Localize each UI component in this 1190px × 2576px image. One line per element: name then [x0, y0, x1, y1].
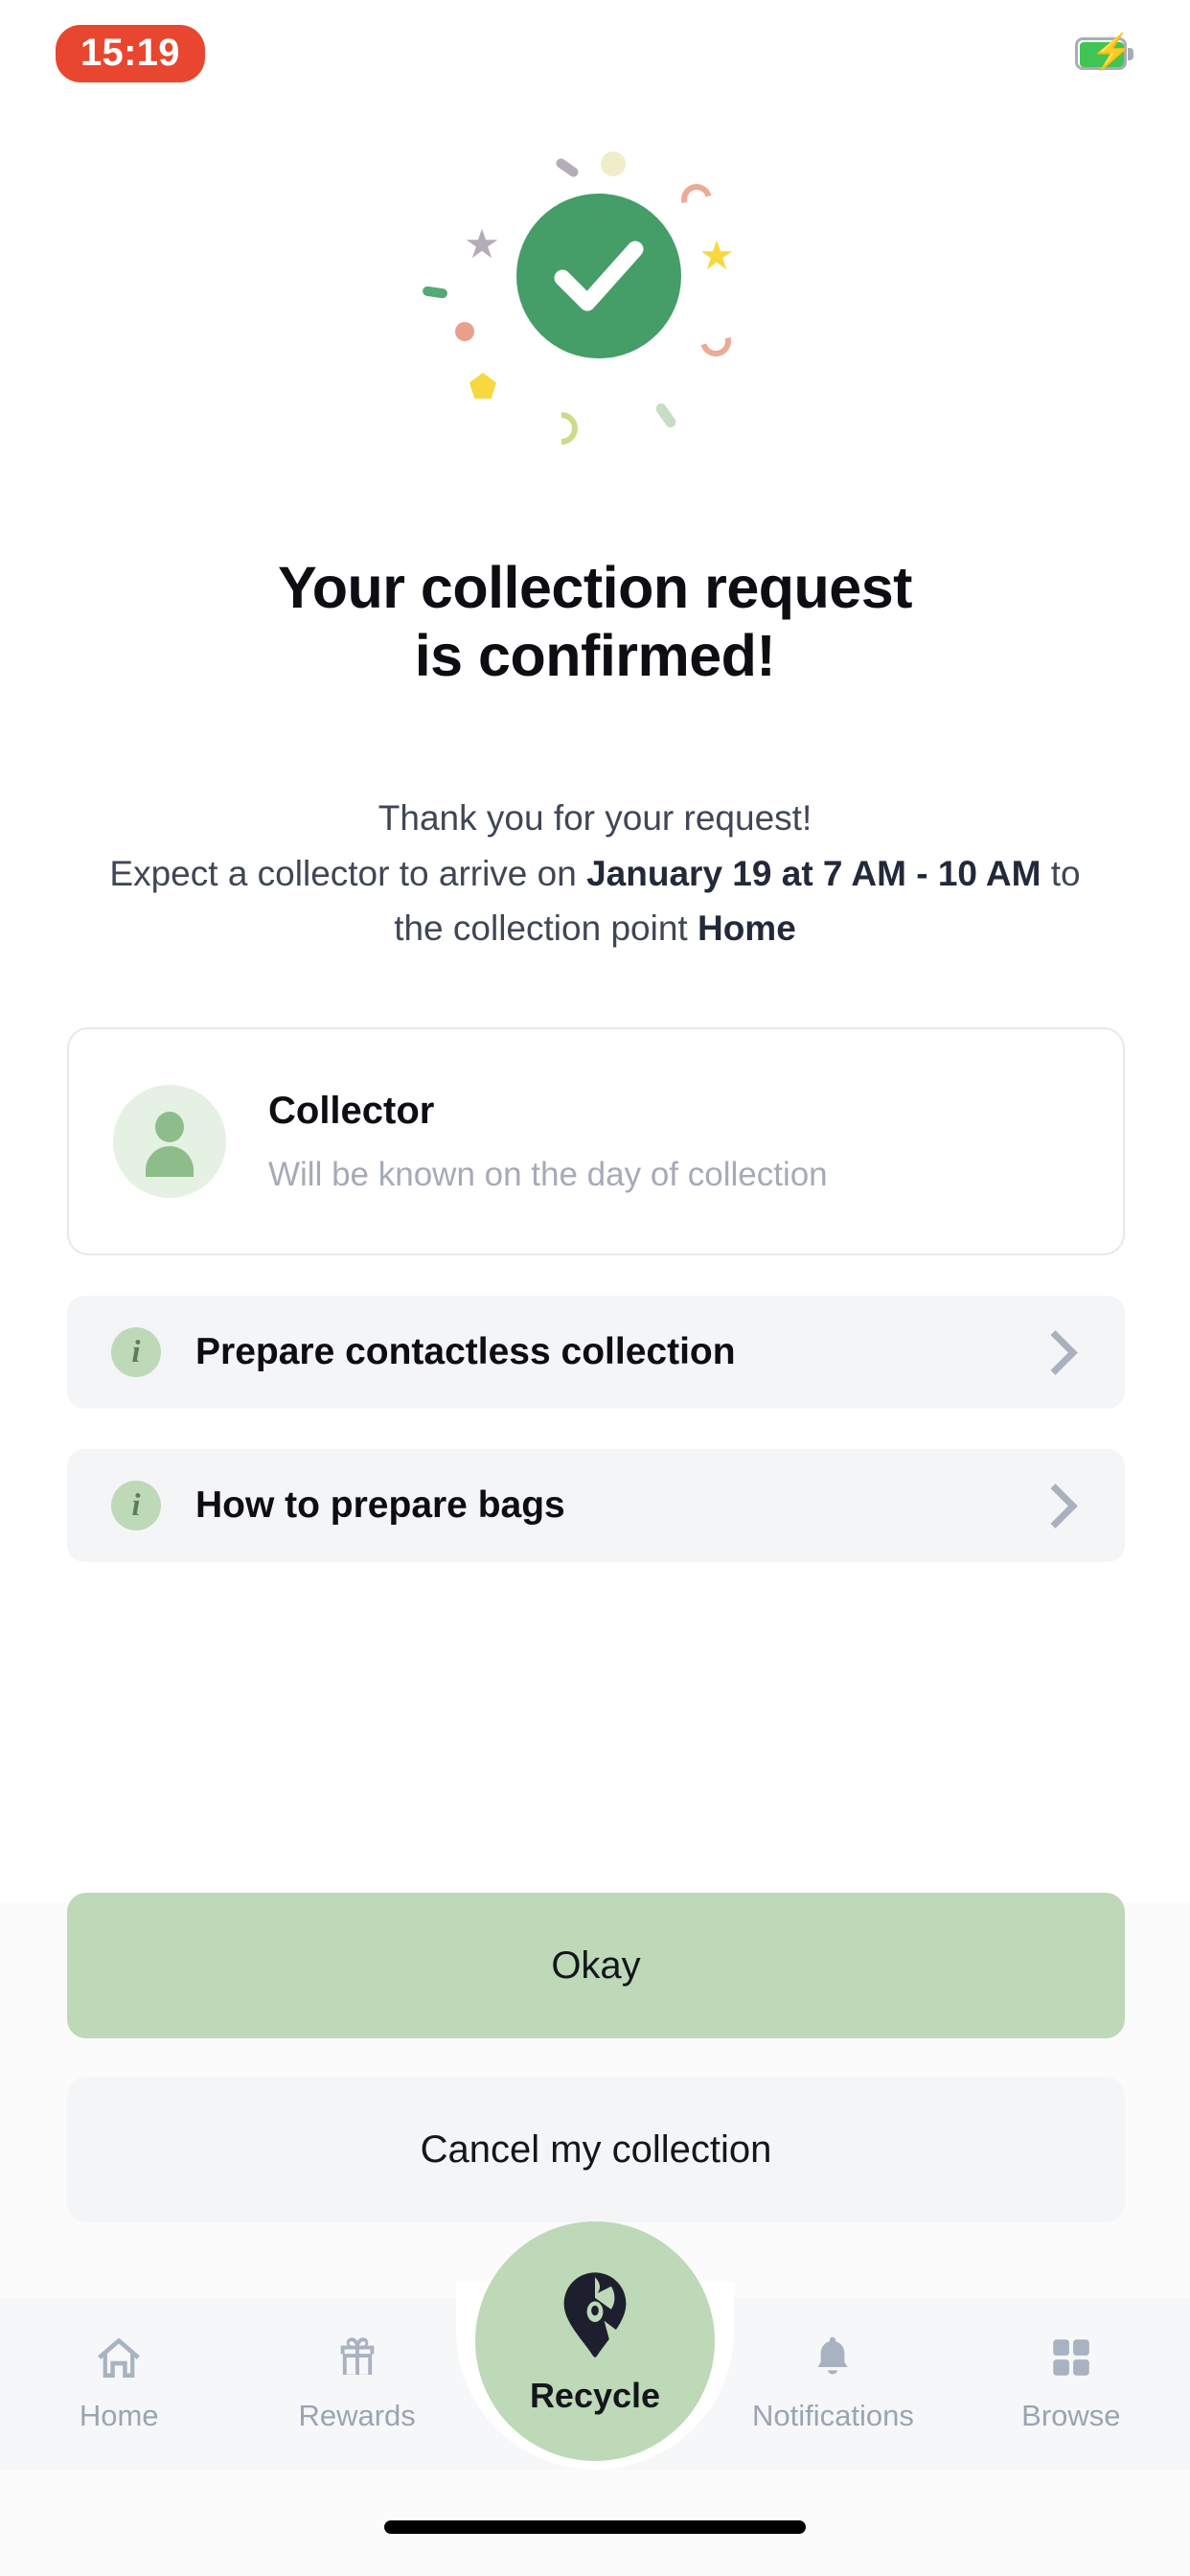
info-row-label: How to prepare bags: [195, 1484, 565, 1526]
confetti-dash-palegreen: [653, 401, 678, 430]
confetti-arc-salmon-top: [675, 178, 718, 220]
info-row-how-to-prepare-bags[interactable]: i How to prepare bags: [67, 1449, 1125, 1562]
description-line-1: Thank you for your request!: [378, 798, 812, 838]
tab-notifications[interactable]: Notifications: [714, 2297, 951, 2430]
page-title-line-2: is confirmed!: [414, 622, 776, 688]
recycle-fab-label: Recycle: [529, 2375, 661, 2415]
description-line-3-prefix: the collection point: [394, 908, 698, 949]
confetti-arc-lime: [538, 404, 585, 452]
home-indicator: [384, 2520, 806, 2534]
bell-icon: [804, 2330, 861, 2385]
checkmark-icon: [554, 241, 644, 311]
success-illustration: [0, 134, 1190, 452]
tab-rewards[interactable]: Rewards: [238, 2297, 475, 2430]
collector-title: Collector: [268, 1090, 435, 1132]
tab-browse-label: Browse: [1021, 2399, 1121, 2432]
confetti-arc-salmon-bot: [695, 320, 737, 362]
confetti-dot-salmon: [455, 322, 474, 341]
description-line-2-suffix: to: [1041, 853, 1081, 893]
home-icon: [90, 2330, 148, 2385]
confirmation-description: Thank you for your request! Expect a col…: [0, 791, 1190, 956]
confetti-star-yellow: [700, 240, 733, 270]
confetti-star-grey: [466, 228, 498, 259]
tab-notifications-label: Notifications: [751, 2399, 914, 2432]
gift-icon: [329, 2330, 386, 2385]
confetti-pentagon-yellow: [469, 372, 497, 399]
okay-button[interactable]: Okay: [67, 1893, 1125, 2038]
cancel-my-collection-button[interactable]: Cancel my collection: [67, 2077, 1125, 2222]
collection-point: Home: [697, 908, 796, 949]
tab-browse[interactable]: Browse: [952, 2297, 1190, 2430]
grid-squares-icon: [1042, 2330, 1100, 2385]
confetti-dot-cream: [601, 151, 626, 176]
tab-rewards-label: Rewards: [298, 2399, 416, 2432]
recycle-fab[interactable]: Recycle: [475, 2221, 715, 2461]
info-row-label: Prepare contactless collection: [195, 1331, 736, 1372]
collector-card: Collector Will be known on the day of co…: [67, 1027, 1125, 1255]
collection-datetime: January 19 at 7 AM - 10 AM: [586, 853, 1041, 893]
status-bar-time: 15:19: [56, 25, 205, 82]
status-bar: 15:19 ⚡: [0, 0, 1190, 107]
person-avatar-icon: [113, 1085, 226, 1198]
page-title: Your collection request is confirmed!: [0, 554, 1190, 690]
info-circle-icon: i: [111, 1327, 161, 1377]
confetti-group: [413, 134, 777, 452]
collector-subtitle: Will be known on the day of collection: [268, 1156, 828, 1193]
info-circle-icon: i: [111, 1481, 161, 1530]
confetti-dash-green: [422, 286, 448, 299]
tab-home-label: Home: [79, 2399, 159, 2432]
chevron-right-icon: [1033, 1483, 1078, 1529]
info-row-prepare-contactless-collection[interactable]: i Prepare contactless collection: [67, 1296, 1125, 1409]
recycle-pin-logo-icon: [558, 2270, 632, 2367]
confetti-dash-grey: [554, 156, 581, 179]
page-title-line-1: Your collection request: [278, 555, 912, 620]
status-bar-indicators: ⚡: [1075, 34, 1134, 70]
battery-charging-icon: ⚡: [1075, 34, 1134, 70]
description-line-2-prefix: Expect a collector to arrive on: [109, 853, 587, 893]
tab-home[interactable]: Home: [0, 2297, 238, 2430]
chevron-right-icon: [1033, 1329, 1078, 1375]
